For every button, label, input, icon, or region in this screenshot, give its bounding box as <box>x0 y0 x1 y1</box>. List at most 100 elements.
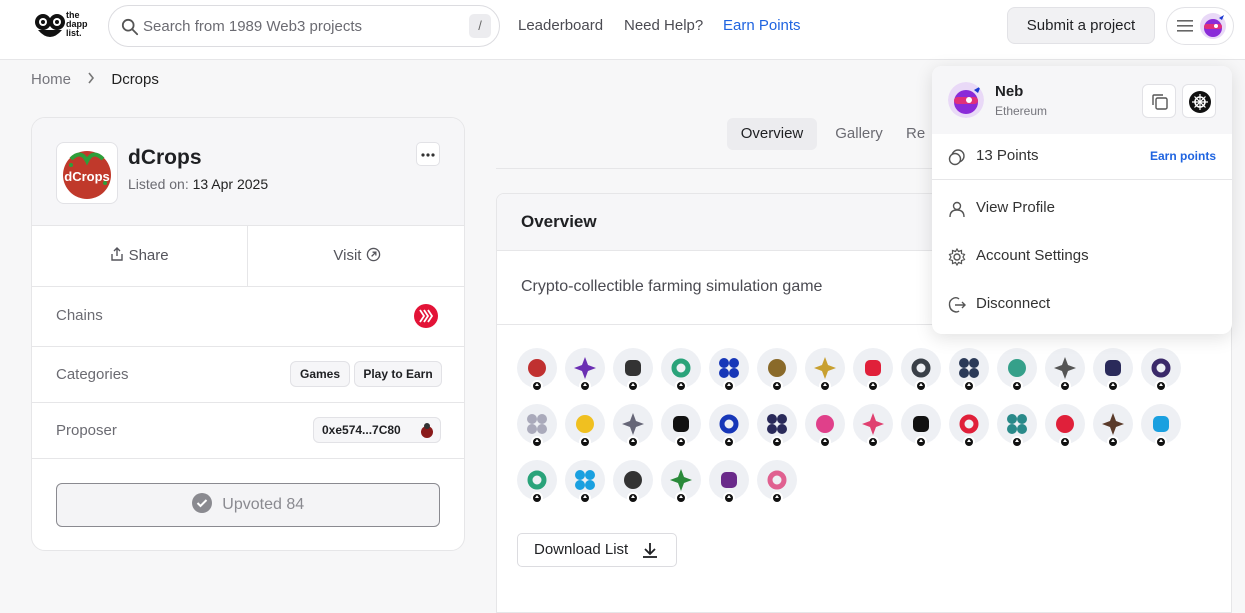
upvoter-avatar[interactable] <box>757 460 797 504</box>
project-actions: Share Visit <box>32 226 464 287</box>
download-list-button[interactable]: Download List <box>517 533 677 567</box>
upvoter-avatar[interactable] <box>1141 348 1181 392</box>
upvoter-avatar[interactable] <box>613 460 653 504</box>
chains-row: Chains <box>32 287 464 347</box>
top-navbar: the dapp list. / Leaderboard Need Help? … <box>0 0 1245 60</box>
arrow-up-badge-icon <box>723 380 735 392</box>
arrow-up-badge-icon <box>675 492 687 504</box>
hive-chain-icon[interactable] <box>414 304 438 328</box>
copy-address-button[interactable] <box>1142 84 1176 118</box>
upvoter-avatar[interactable] <box>565 348 605 392</box>
share-label: Share <box>128 247 169 264</box>
arrow-up-badge-icon <box>1059 380 1071 392</box>
proposer-row: Proposer 0xe574...7C80 <box>32 403 464 459</box>
view-profile-label: View Profile <box>976 199 1055 216</box>
upvote-button[interactable]: Upvoted 84 <box>56 483 440 527</box>
project-logo: dCrops <box>56 142 118 204</box>
arrow-up-badge-icon <box>1155 380 1167 392</box>
arrow-up-badge-icon <box>627 492 639 504</box>
project-card: dCrops dCrops Listed on: 13 Apr 2025 Sha… <box>31 117 465 551</box>
view-profile-item[interactable]: View Profile <box>932 185 1232 233</box>
upvoter-avatar[interactable] <box>1093 348 1133 392</box>
upvoter-avatar[interactable] <box>853 348 893 392</box>
upvoter-avatar[interactable] <box>517 460 557 504</box>
upvoter-avatar[interactable] <box>997 348 1037 392</box>
tab-gallery[interactable]: Gallery <box>822 118 896 150</box>
arrow-up-badge-icon <box>627 380 639 392</box>
upvoter-avatar[interactable] <box>517 404 557 448</box>
upvoter-avatar[interactable] <box>661 404 701 448</box>
share-button[interactable]: Share <box>32 226 248 286</box>
gear-icon <box>948 248 966 266</box>
more-options-button[interactable] <box>416 142 440 166</box>
arrow-up-badge-icon <box>579 380 591 392</box>
submit-project-button[interactable]: Submit a project <box>1007 7 1155 44</box>
network-switch-button[interactable] <box>1182 84 1216 118</box>
dapplist-logo[interactable]: the dapp list. <box>34 10 96 44</box>
upvoter-avatar[interactable] <box>565 404 605 448</box>
upvoter-avatar[interactable] <box>805 348 845 392</box>
upvoter-avatar[interactable] <box>565 460 605 504</box>
account-menu-button[interactable] <box>1166 7 1234 45</box>
upvoter-avatar[interactable] <box>949 404 989 448</box>
arrow-up-badge-icon <box>723 436 735 448</box>
breadcrumb-home[interactable]: Home <box>31 71 71 88</box>
tab-overview[interactable]: Overview <box>727 118 817 150</box>
upvoter-avatar[interactable] <box>613 348 653 392</box>
proposer-label: Proposer <box>56 422 117 439</box>
upvoter-avatar[interactable] <box>757 348 797 392</box>
upvoter-avatar[interactable] <box>661 348 701 392</box>
upvoter-avatar[interactable] <box>901 404 941 448</box>
proposer-address: 0xe574...7C80 <box>322 423 401 437</box>
arrow-up-badge-icon <box>915 436 927 448</box>
search-input[interactable] <box>143 14 463 38</box>
arrow-up-badge-icon <box>819 436 831 448</box>
search-icon <box>121 18 139 36</box>
upvoter-avatar[interactable] <box>661 460 701 504</box>
arrow-up-badge-icon <box>675 436 687 448</box>
arrow-up-badge-icon <box>1107 380 1119 392</box>
nav-need-help[interactable]: Need Help? <box>624 17 703 34</box>
upvoter-avatar[interactable] <box>709 348 749 392</box>
upvoter-avatar[interactable] <box>709 460 749 504</box>
category-chip-play-to-earn[interactable]: Play to Earn <box>354 361 442 387</box>
upvoter-avatar[interactable] <box>1045 404 1085 448</box>
check-circle-icon <box>191 493 212 513</box>
chevron-right-icon <box>87 71 95 88</box>
arrow-up-badge-icon <box>819 380 831 392</box>
nav-leaderboard[interactable]: Leaderboard <box>518 17 603 34</box>
category-chip-games[interactable]: Games <box>290 361 350 387</box>
account-settings-item[interactable]: Account Settings <box>932 233 1232 281</box>
upvoter-avatar[interactable] <box>949 348 989 392</box>
upvoter-avatar[interactable] <box>1141 404 1181 448</box>
dcrops-logo-icon: dCrops <box>63 151 111 199</box>
visit-button[interactable]: Visit <box>248 226 464 286</box>
categories-row: Categories Games Play to Earn <box>32 347 464 403</box>
earn-points-link[interactable]: Earn points <box>1150 149 1216 163</box>
arrow-up-badge-icon <box>963 436 975 448</box>
search-bar[interactable]: / <box>108 5 500 47</box>
upvoter-avatar[interactable] <box>613 404 653 448</box>
upvoter-avatar[interactable] <box>853 404 893 448</box>
disconnect-item[interactable]: Disconnect <box>932 281 1232 329</box>
proposer-address-chip[interactable]: 0xe574...7C80 <box>313 417 441 443</box>
arrow-up-badge-icon <box>531 380 543 392</box>
dropdown-points-row: 13 Points Earn points <box>932 134 1232 180</box>
upvoter-avatar[interactable] <box>901 348 941 392</box>
copy-icon <box>1152 94 1168 110</box>
points-icon <box>948 149 965 166</box>
dropdown-user-name: Neb <box>995 83 1024 100</box>
upvoter-avatar[interactable] <box>1045 348 1085 392</box>
upvoter-avatar-grid <box>517 348 1217 508</box>
upvoter-avatar[interactable] <box>805 404 845 448</box>
upvoter-avatar[interactable] <box>757 404 797 448</box>
overview-title: Overview <box>521 212 597 231</box>
upvoter-avatar[interactable] <box>517 348 557 392</box>
arrow-up-badge-icon <box>771 380 783 392</box>
listed-date: Listed on: 13 Apr 2025 <box>128 176 269 192</box>
nav-earn-points[interactable]: Earn Points <box>723 17 801 34</box>
upvoter-avatar[interactable] <box>997 404 1037 448</box>
upvoter-avatar[interactable] <box>1093 404 1133 448</box>
arrow-up-badge-icon <box>1011 436 1023 448</box>
upvoter-avatar[interactable] <box>709 404 749 448</box>
